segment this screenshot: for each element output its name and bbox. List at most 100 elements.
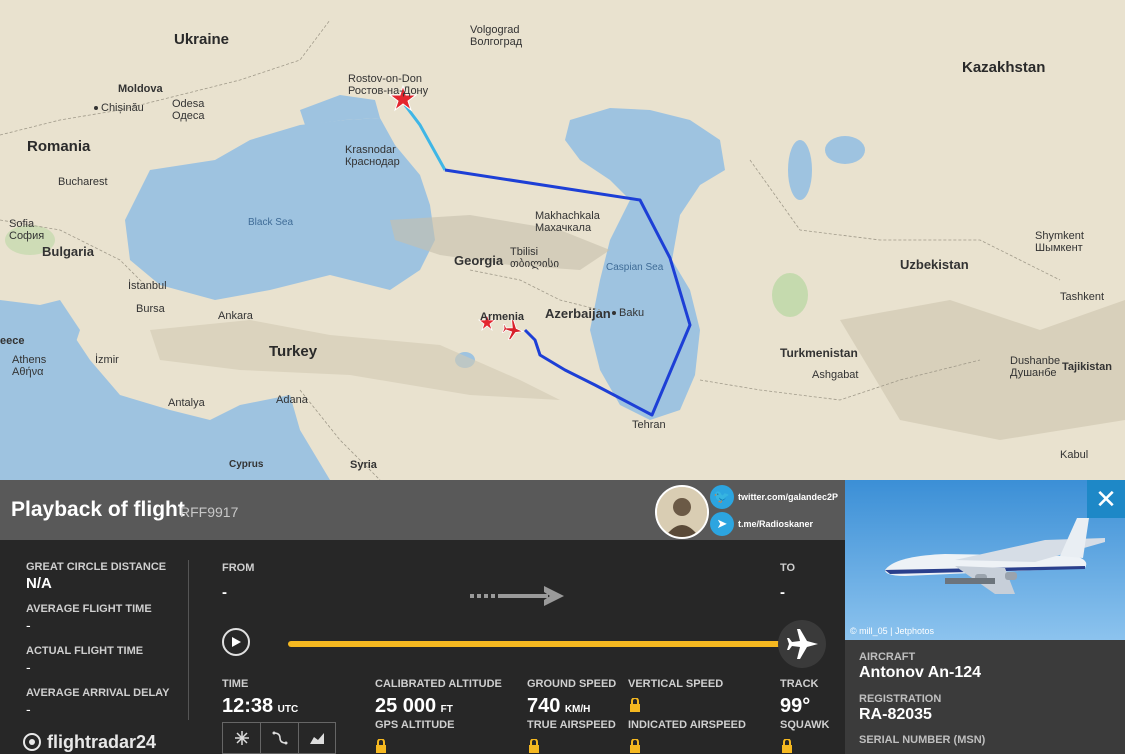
calibrated-altitude-label: CALIBRATED ALTITUDE	[375, 678, 502, 690]
panel-divider	[188, 560, 189, 720]
ground-speed-label: GROUND SPEED	[527, 678, 617, 690]
twitter-link[interactable]: 🐦 twitter.com/galandec2P	[710, 485, 838, 509]
flight-map[interactable]: Ukraine Kazakhstan Romania Moldova Bulga…	[0, 0, 1125, 480]
map-label-uzbekistan: Uzbekistan	[900, 257, 969, 272]
map-city-izmir: İzmir	[95, 354, 119, 366]
chart-icon	[310, 733, 324, 744]
aircraft-photo-image	[845, 480, 1125, 640]
map-label-ukraine: Ukraine	[174, 31, 230, 48]
map-label-bulgaria: Bulgaria	[42, 244, 95, 259]
avatar-portrait-icon	[657, 487, 707, 537]
from-value: -	[222, 584, 227, 601]
map-city-adana: Adana	[276, 394, 308, 406]
map-city-makhachkala: Makhachkala Махачкала	[535, 210, 600, 234]
map-city-kabul: Kabul	[1060, 449, 1089, 461]
map-city-sofia: Sofia София	[9, 218, 45, 242]
map-city-istanbul: İstanbul	[128, 280, 167, 292]
map-label-caspian-sea: Caspian Sea	[606, 262, 664, 273]
map-city-tehran: Tehran	[632, 419, 666, 431]
map-city-ankara: Ankara	[218, 310, 253, 322]
graph-toggle-button[interactable]	[298, 722, 336, 754]
twitter-icon: 🐦	[710, 485, 734, 509]
vertical-speed-label: VERTICAL SPEED	[628, 678, 724, 690]
lock-icon	[630, 739, 640, 753]
map-label-moldova: Moldova	[118, 83, 163, 95]
from-label: FROM	[222, 562, 255, 574]
map-label-turkmenistan: Turkmenistan	[780, 346, 858, 360]
lock-icon	[630, 698, 640, 712]
map-tools	[222, 722, 336, 754]
indicated-airspeed-label: INDICATED AIRSPEED	[628, 719, 746, 731]
avg-flight-time-label: AVERAGE FLIGHT TIME	[26, 603, 152, 615]
map-label-kazakhstan: Kazakhstan	[962, 59, 1046, 76]
lock-icon	[782, 739, 792, 753]
map-city-bursa: Bursa	[136, 303, 165, 315]
crosshair-icon	[234, 731, 249, 745]
flightradar24-logo: flightradar24	[22, 732, 156, 753]
map-city-tashkent: Tashkent	[1060, 291, 1105, 303]
playback-header: Playback of flight RFF9917 🐦 twitter.com…	[0, 480, 845, 540]
route-toggle-button[interactable]	[260, 722, 298, 754]
great-circle-label: GREAT CIRCLE DISTANCE	[26, 561, 167, 573]
serial-number-label: SERIAL NUMBER (MSN)	[859, 734, 986, 746]
great-circle-value: N/A	[26, 575, 52, 592]
telegram-link[interactable]: ➤ t.me/Radioskaner	[710, 512, 813, 536]
center-view-button[interactable]	[222, 722, 260, 754]
telegram-icon: ➤	[710, 512, 734, 536]
map-city-ashgabat: Ashgabat	[812, 369, 859, 381]
playback-handle[interactable]	[778, 620, 826, 668]
time-readout: 12:38 UTC	[222, 695, 299, 717]
time-label: TIME	[222, 678, 249, 690]
map-label-black-sea: Black Sea	[248, 217, 294, 228]
flight-callsign: RFF9917	[180, 504, 239, 520]
map-label-romania: Romania	[27, 138, 91, 155]
map-label-tajikistan: Tajikistan	[1062, 361, 1112, 373]
avg-flight-time-value: -	[26, 617, 31, 633]
to-label: TO	[780, 562, 796, 574]
true-airspeed-label: TRUE AIRSPEED	[527, 719, 616, 731]
map-label-georgia: Georgia	[454, 253, 504, 268]
aircraft-photo[interactable]	[845, 480, 1125, 640]
map-label-syria: Syria	[350, 459, 377, 471]
close-button[interactable]: ✕	[1087, 480, 1125, 518]
map-city-chisinau: Chișinău	[94, 102, 144, 114]
lock-icon	[529, 739, 539, 753]
map-label-cyprus: Cyprus	[229, 459, 264, 470]
actual-flight-time-label: ACTUAL FLIGHT TIME	[26, 645, 144, 657]
ground-speed-readout: 740 KM/H	[527, 695, 591, 717]
track-value: 99°	[780, 695, 811, 717]
lock-icon	[376, 739, 386, 753]
photo-credit: © mill_05 | Jetphotos	[850, 626, 935, 636]
map-city-tbilisi: Tbilisi თბილისი	[510, 246, 560, 270]
map-city-bucharest: Bucharest	[58, 176, 108, 188]
track-label: TRACK	[780, 678, 819, 690]
map-city-krasnodar: Krasnodar Краснодар	[345, 144, 400, 168]
play-button[interactable]	[222, 628, 250, 656]
actual-flight-time-value: -	[26, 659, 31, 675]
squawk-label: SQUAWK	[780, 719, 830, 731]
calibrated-altitude-readout: 25 000 FT	[375, 695, 453, 717]
registration-label: REGISTRATION	[859, 693, 942, 705]
registration-value: RA-82035	[859, 706, 932, 723]
avg-arrival-delay-value: -	[26, 701, 31, 717]
map-label-greece: eece	[0, 335, 25, 347]
map-city-baku: Baku	[612, 307, 644, 319]
direction-arrow-icon	[470, 586, 564, 606]
aircraft-label: AIRCRAFT	[859, 651, 916, 663]
map-city-dushanbe: Dushanbe Душанбе	[1010, 355, 1061, 379]
map-city-shymkent: Shymkent Шымкент	[1035, 230, 1084, 254]
to-value: -	[780, 584, 785, 601]
playback-progress-bar[interactable]	[288, 641, 788, 647]
map-label-turkey: Turkey	[269, 343, 318, 360]
map-city-antalya: Antalya	[168, 397, 205, 409]
radar-icon	[23, 733, 41, 751]
route-icon	[272, 731, 287, 745]
avg-arrival-delay-label: AVERAGE ARRIVAL DELAY	[26, 687, 170, 699]
aircraft-details: AIRCRAFT Antonov An-124 REGISTRATION RA-…	[845, 640, 1125, 754]
page-title: Playback of flight	[11, 498, 185, 521]
avatar	[655, 485, 709, 539]
flight-info-panel: GREAT CIRCLE DISTANCE N/A AVERAGE FLIGHT…	[0, 540, 845, 754]
map-city-odesa: Odesa Одеса	[172, 98, 205, 122]
aircraft-value: Antonov An-124	[859, 664, 982, 681]
map-label-armenia: Armenia	[480, 311, 525, 323]
